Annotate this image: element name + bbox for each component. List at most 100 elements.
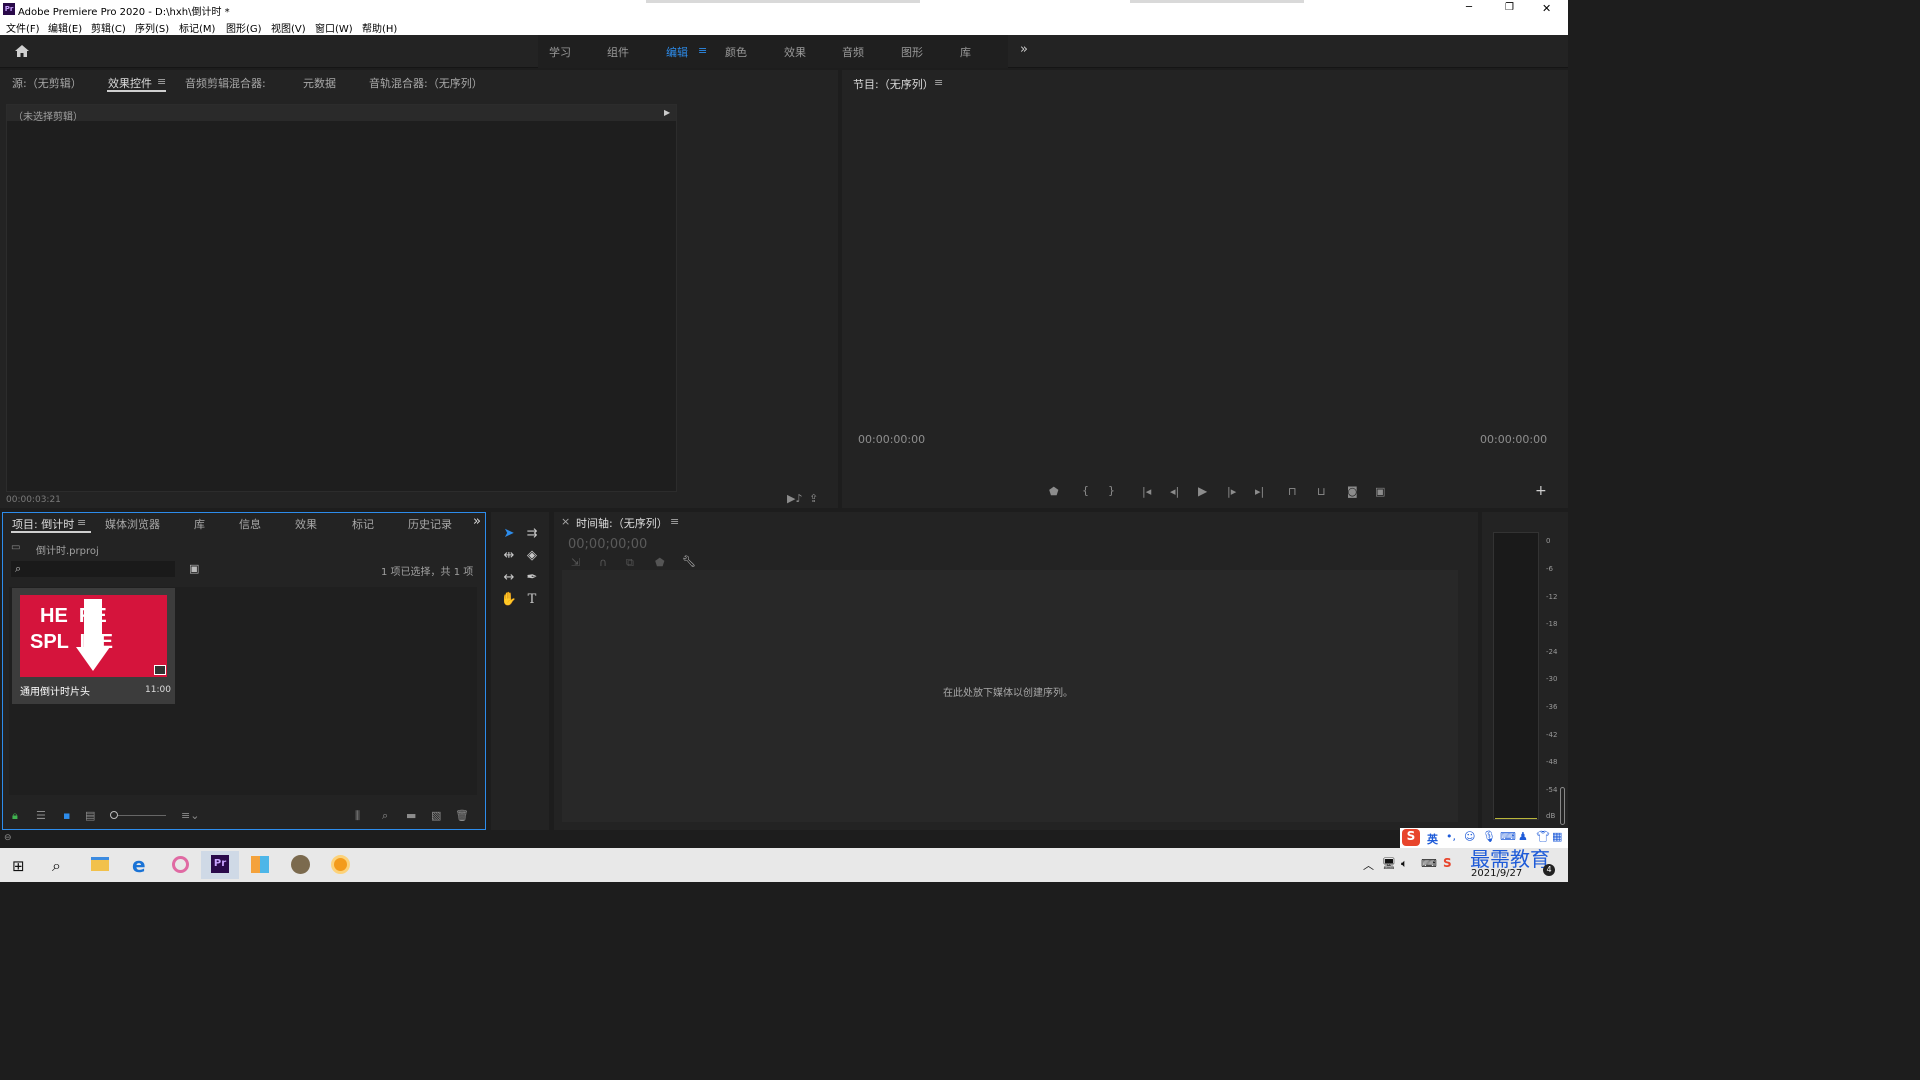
filter-audio-icon[interactable]: ▶♪ xyxy=(787,493,802,504)
export-frame-icon[interactable]: ◙ xyxy=(1347,486,1358,497)
pen-tool-icon[interactable]: ✒ xyxy=(522,568,542,588)
menu-edit[interactable]: 编辑(E) xyxy=(48,20,82,35)
notification-badge[interactable]: 4 xyxy=(1543,864,1555,876)
tab-libraries[interactable]: 库 xyxy=(194,516,205,532)
ws-tab-libraries[interactable]: 库 xyxy=(960,44,971,60)
tab-audio-track-mixer[interactable]: 音轨混合器:（无序列） xyxy=(369,75,483,91)
close-button[interactable]: ✕ xyxy=(1542,2,1551,15)
ime-user-icon[interactable]: ♟ xyxy=(1518,830,1528,843)
expand-arrow-icon[interactable]: ▶ xyxy=(664,108,670,117)
volume-icon[interactable]: 🔈︎ xyxy=(1401,857,1408,871)
lift-icon[interactable]: ⊓ xyxy=(1288,486,1297,497)
premiere-taskbar-icon[interactable]: Pr xyxy=(201,851,239,879)
timeline-timecode[interactable]: 00;00;00;00 xyxy=(568,537,647,552)
media-player-icon[interactable] xyxy=(321,851,359,879)
sogou-tray-icon[interactable]: S xyxy=(1443,856,1452,870)
selection-tool-icon[interactable]: ➤ xyxy=(499,524,519,544)
program-timecode-left[interactable]: 00:00:00:00 xyxy=(858,433,925,446)
tab-timeline[interactable]: 时间轴:（无序列） xyxy=(576,515,668,531)
panel-menu-icon[interactable]: ≡ xyxy=(157,75,166,88)
icon-view-icon[interactable]: ▪ xyxy=(63,810,70,821)
menu-file[interactable]: 文件(F) xyxy=(6,20,40,35)
new-item-icon[interactable]: ▧ xyxy=(431,810,441,821)
taskbar-search-icon[interactable]: ⌕ xyxy=(52,856,61,876)
tab-audio-clip-mixer[interactable]: 音频剪辑混合器: xyxy=(185,75,266,91)
menu-view[interactable]: 视图(V) xyxy=(271,20,306,35)
step-back-icon[interactable]: ◂| xyxy=(1170,486,1179,497)
trash-icon[interactable]: 🗑︎ xyxy=(455,810,469,821)
ime-lang[interactable]: 英 xyxy=(1427,831,1438,847)
tab-effect-controls[interactable]: 效果控件 xyxy=(108,75,152,91)
status-icon[interactable]: ⊖ xyxy=(4,834,12,843)
export-icon[interactable]: ⇪ xyxy=(809,493,818,504)
program-menu-icon[interactable]: ≡ xyxy=(934,76,943,89)
menu-sequence[interactable]: 序列(S) xyxy=(135,20,169,35)
home-icon[interactable] xyxy=(14,44,30,58)
tab-source[interactable]: 源:（无剪辑） xyxy=(12,75,82,91)
ime-keyboard-icon[interactable]: ⌨ xyxy=(1500,830,1516,843)
restore-button[interactable]: ❐ xyxy=(1505,2,1514,13)
search-input[interactable]: ⌕ xyxy=(11,561,175,577)
ws-tab-editing[interactable]: 编辑 xyxy=(666,44,688,60)
project-menu-icon[interactable]: ≡ xyxy=(77,516,86,529)
edge-icon[interactable]: e xyxy=(121,851,159,879)
paint-app-icon[interactable] xyxy=(161,851,199,879)
sort-icon[interactable]: ≡⌄ xyxy=(181,810,199,821)
go-to-in-icon[interactable]: |◂ xyxy=(1142,486,1151,497)
ws-tab-color[interactable]: 颜色 xyxy=(725,44,747,60)
add-marker-icon[interactable]: ⬟ xyxy=(655,557,665,568)
menu-help[interactable]: 帮助(H) xyxy=(362,20,397,35)
tab-media-browser[interactable]: 媒体浏览器 xyxy=(105,516,160,532)
extract-icon[interactable]: ⊔ xyxy=(1317,486,1326,497)
timeline-close-icon[interactable]: × xyxy=(561,515,570,528)
razor-tool-icon[interactable]: ◈ xyxy=(522,546,542,566)
menu-clip[interactable]: 剪辑(C) xyxy=(91,20,126,35)
tab-metadata[interactable]: 元数据 xyxy=(303,75,336,91)
new-search-bin-icon[interactable]: ▣ xyxy=(189,563,199,574)
ws-more-icon[interactable]: » xyxy=(1020,42,1028,57)
ws-tab-menu-icon[interactable]: ≡ xyxy=(698,44,707,57)
list-view-icon[interactable]: ☰ xyxy=(36,810,46,821)
ime-skin-icon[interactable]: 👕︎ xyxy=(1536,830,1550,843)
mark-out-icon[interactable]: } xyxy=(1108,485,1115,496)
tab-project[interactable]: 项目: 倒计时 xyxy=(12,516,74,532)
menu-window[interactable]: 窗口(W) xyxy=(315,20,353,35)
tab-info[interactable]: 信息 xyxy=(239,516,261,532)
clip-thumbnail-card[interactable]: HE RE SPL ICE 通用倒计时片头 11:00 xyxy=(12,588,175,704)
lock-icon[interactable]: 🔒︎ xyxy=(12,810,18,821)
find-icon[interactable]: ⌕ xyxy=(382,810,388,821)
freeform-view-icon[interactable]: ▤ xyxy=(85,810,95,821)
tab-effects[interactable]: 效果 xyxy=(295,516,317,532)
panel-overflow-icon[interactable]: » xyxy=(473,514,481,529)
ws-tab-assembly[interactable]: 组件 xyxy=(607,44,629,60)
photos-app-icon[interactable] xyxy=(241,851,279,879)
ime-tray-icon[interactable]: ⌨ xyxy=(1421,857,1437,870)
zoom-slider[interactable] xyxy=(110,811,166,819)
tab-program[interactable]: 节目:（无序列） xyxy=(853,76,934,92)
ime-punct-icon[interactable]: •, xyxy=(1446,830,1456,843)
minimize-button[interactable]: ─ xyxy=(1466,2,1472,13)
type-tool-icon[interactable]: T xyxy=(522,590,542,610)
tray-date[interactable]: 2021/9/27 xyxy=(1471,868,1522,879)
start-windows-icon[interactable]: ⊞ xyxy=(12,857,25,875)
meter-scrollbar[interactable] xyxy=(1560,787,1565,825)
step-forward-icon[interactable]: |▸ xyxy=(1227,486,1236,497)
file-explorer-icon[interactable] xyxy=(81,851,119,879)
menu-graphics[interactable]: 图形(G) xyxy=(226,20,262,35)
network-icon[interactable]: 🖥︎ xyxy=(1382,857,1396,870)
ws-tab-effects[interactable]: 效果 xyxy=(784,44,806,60)
snap-icon[interactable]: ∩ xyxy=(599,557,607,568)
tab-markers[interactable]: 标记 xyxy=(352,516,374,532)
ws-tab-audio[interactable]: 音频 xyxy=(842,44,864,60)
timeline-menu-icon[interactable]: ≡ xyxy=(670,515,679,528)
mark-in-icon[interactable]: { xyxy=(1082,485,1089,496)
menu-marker[interactable]: 标记(M) xyxy=(179,20,215,35)
button-editor-add-icon[interactable]: + xyxy=(1535,484,1547,498)
add-marker-icon[interactable]: ⬟ xyxy=(1049,486,1059,497)
linked-selection-icon[interactable]: ⧉ xyxy=(626,557,634,568)
tab-history[interactable]: 历史记录 xyxy=(408,516,452,532)
wrench-icon[interactable]: 🔧︎ xyxy=(682,556,696,567)
play-icon[interactable]: ▶ xyxy=(1198,485,1207,497)
ime-emoji-icon[interactable]: ☺ xyxy=(1464,830,1475,843)
nest-icon[interactable]: ⇲ xyxy=(571,557,580,568)
